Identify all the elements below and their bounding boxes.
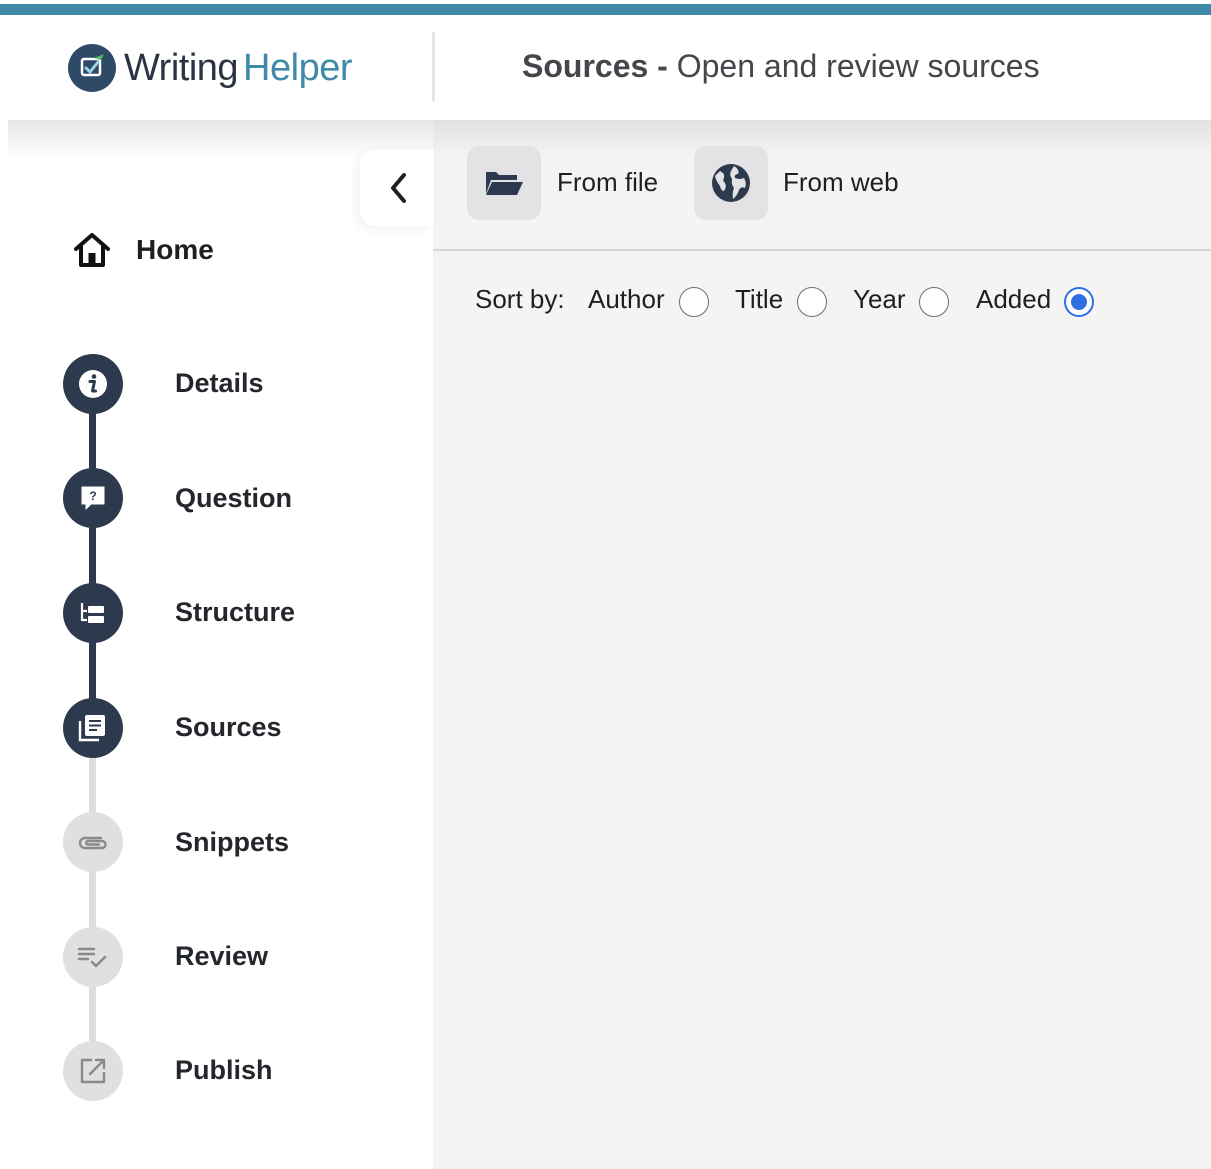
app-header: Writing Helper Sources - Open and review … [0, 16, 1211, 120]
logo-text-writing: Writing [124, 46, 239, 89]
sort-radio-author[interactable] [679, 287, 709, 317]
step-label-details[interactable]: Details [175, 368, 264, 399]
step-review[interactable] [63, 927, 123, 987]
from-web-button[interactable] [694, 146, 768, 220]
question-bubble-icon: ? [81, 486, 105, 510]
globe-icon [712, 164, 750, 202]
step-publish[interactable] [63, 1041, 123, 1101]
paperclip-icon [78, 836, 107, 850]
step-details[interactable] [63, 354, 123, 414]
sort-radio-year[interactable] [919, 287, 949, 317]
sort-option-title-label[interactable]: Title [735, 284, 783, 315]
step-label-review[interactable]: Review [175, 941, 268, 972]
from-file-label[interactable]: From file [557, 167, 658, 198]
header-divider [432, 32, 435, 102]
page-title-section: Sources - [522, 48, 668, 84]
main-content [433, 120, 1211, 1169]
progress-line-done [89, 383, 96, 728]
page-title-description: Open and review sources [676, 48, 1040, 84]
sort-option-year-label[interactable]: Year [853, 284, 906, 315]
logo-text-helper: Helper [243, 46, 352, 89]
sidebar-item-home[interactable]: Home [70, 228, 214, 272]
page-title: Sources - Open and review sources [522, 48, 1040, 85]
sources-icon [78, 715, 105, 742]
toolbar-divider [433, 249, 1211, 251]
step-sources[interactable] [63, 698, 123, 758]
svg-text:?: ? [89, 489, 96, 503]
step-label-snippets[interactable]: Snippets [175, 827, 289, 858]
folder-open-icon [486, 172, 523, 195]
sort-radio-added[interactable] [1064, 287, 1094, 317]
home-icon [74, 233, 110, 267]
step-label-structure[interactable]: Structure [175, 597, 295, 628]
main-shadow [433, 120, 1211, 156]
sort-label: Sort by: [475, 284, 565, 314]
sidebar [0, 120, 433, 1169]
progress-line-todo [89, 728, 96, 1073]
sort-option-author-label[interactable]: Author [588, 284, 665, 315]
collapse-sidebar-button[interactable] [360, 150, 434, 226]
structure-icon [80, 603, 104, 623]
from-file-button[interactable] [467, 146, 541, 220]
step-label-sources[interactable]: Sources [175, 712, 282, 743]
step-label-question[interactable]: Question [175, 483, 292, 514]
step-structure[interactable] [63, 583, 123, 643]
step-label-publish[interactable]: Publish [175, 1055, 273, 1086]
from-web-label[interactable]: From web [783, 167, 899, 198]
info-icon [79, 370, 107, 398]
app-logo[interactable]: Writing Helper [68, 44, 352, 92]
logo-badge-icon [68, 44, 116, 92]
sort-radio-title[interactable] [797, 287, 827, 317]
sidebar-item-label: Home [136, 234, 214, 265]
sort-option-added-label[interactable]: Added [976, 284, 1051, 315]
review-check-icon [77, 947, 107, 968]
top-accent-strip [0, 0, 1211, 16]
step-question[interactable]: ? [63, 468, 123, 528]
step-snippets[interactable] [63, 812, 123, 872]
external-link-icon [80, 1058, 106, 1084]
chevron-left-icon [391, 173, 406, 203]
